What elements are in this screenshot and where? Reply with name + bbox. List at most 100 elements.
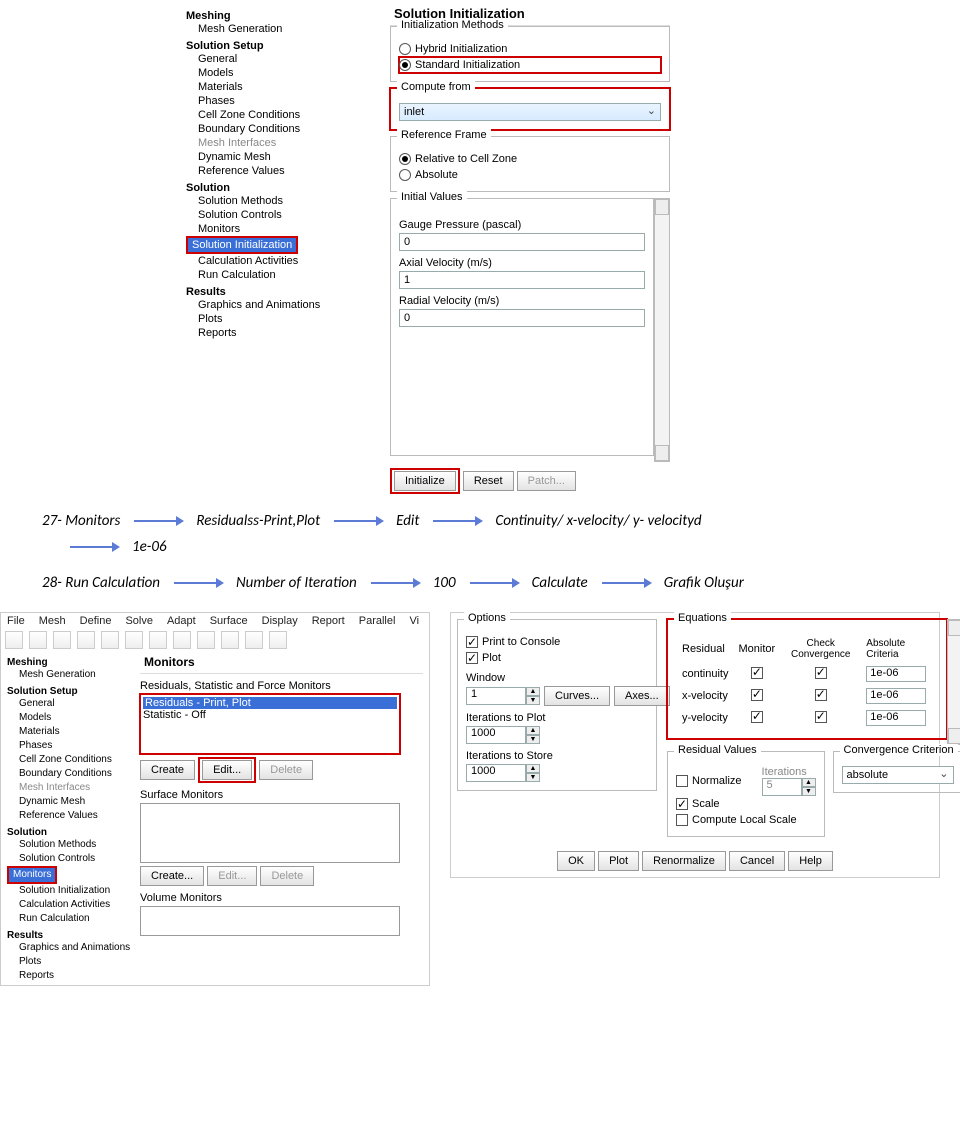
check-print[interactable]: Print to Console (466, 634, 648, 650)
axes-button[interactable]: Axes... (614, 686, 670, 706)
tree-item-solution-initialization[interactable]: Solution Initialization (186, 236, 298, 254)
tree-item[interactable]: General (186, 52, 378, 66)
scrollbar[interactable] (654, 198, 670, 462)
tree-item[interactable]: Phases (7, 739, 134, 753)
check-plot[interactable]: Plot (466, 650, 648, 666)
tree-item[interactable]: Mesh Generation (186, 22, 378, 36)
tree-item-monitors[interactable]: Monitors (7, 866, 57, 884)
tree-item[interactable]: Mesh Interfaces (186, 136, 378, 150)
check-normalize[interactable]: Normalize (676, 773, 742, 789)
compute-from-combo[interactable]: inlet (399, 103, 661, 121)
tree-item[interactable]: Solution Methods (186, 194, 378, 208)
spin-down-icon[interactable]: ▼ (526, 735, 540, 744)
create-button[interactable]: Create... (140, 866, 204, 886)
tree-item[interactable]: Solution Initialization (7, 884, 134, 898)
tree-item[interactable]: Plots (186, 312, 378, 326)
tree-item[interactable]: Models (7, 711, 134, 725)
tree-item[interactable]: Mesh Interfaces (7, 781, 134, 795)
menu-vi[interactable]: Vi (409, 615, 419, 627)
radial-velocity-input[interactable]: 0 (399, 309, 645, 327)
tree-item[interactable]: Calculation Activities (186, 254, 378, 268)
edit-button[interactable]: Edit... (207, 866, 257, 886)
create-button[interactable]: Create (140, 760, 195, 780)
spin-down-icon[interactable]: ▼ (526, 773, 540, 782)
tree-item[interactable]: Solution Controls (186, 208, 378, 222)
menu-adapt[interactable]: Adapt (167, 615, 196, 627)
volume-listbox[interactable] (140, 906, 400, 936)
spin-up-icon[interactable]: ▲ (526, 764, 540, 773)
tree-item[interactable]: Dynamic Mesh (186, 150, 378, 164)
tree-item[interactable]: Reports (186, 326, 378, 340)
tool-icon[interactable] (245, 631, 263, 649)
menu-mesh[interactable]: Mesh (39, 615, 66, 627)
gauge-pressure-input[interactable]: 0 (399, 233, 645, 251)
iter-store-spinner[interactable]: 1000▲▼ (466, 764, 648, 782)
delete-button[interactable]: Delete (260, 866, 314, 886)
tree-item[interactable]: Plots (7, 955, 134, 969)
surface-listbox[interactable] (140, 803, 400, 863)
menu-display[interactable]: Display (262, 615, 298, 627)
tree-item[interactable]: Materials (186, 80, 378, 94)
list-item[interactable]: Statistic - Off (143, 709, 397, 721)
radio-relative[interactable]: Relative to Cell Zone (399, 151, 661, 167)
scrollbar[interactable] (947, 619, 960, 745)
tree-item[interactable]: Reports (7, 969, 134, 983)
tree-item[interactable]: Run Calculation (186, 268, 378, 282)
checkbox-icon[interactable] (751, 711, 763, 723)
tree-item[interactable]: Solution Controls (7, 852, 134, 866)
tree-item[interactable]: Cell Zone Conditions (7, 753, 134, 767)
tool-icon[interactable] (101, 631, 119, 649)
edit-button[interactable]: Edit... (202, 760, 252, 780)
spin-up-icon[interactable]: ▲ (526, 726, 540, 735)
tree-item[interactable]: Reference Values (186, 164, 378, 178)
tree-item[interactable]: Boundary Conditions (186, 122, 378, 136)
radio-standard[interactable]: Standard Initialization (399, 57, 661, 73)
checkbox-icon[interactable] (751, 667, 763, 679)
menu-file[interactable]: File (7, 615, 25, 627)
tree-item[interactable]: Run Calculation (7, 912, 134, 926)
tool-icon[interactable] (77, 631, 95, 649)
tree-item[interactable]: Graphics and Animations (186, 298, 378, 312)
menu-surface[interactable]: Surface (210, 615, 248, 627)
menu-solve[interactable]: Solve (125, 615, 153, 627)
tree-item[interactable]: General (7, 697, 134, 711)
tree-item[interactable]: Graphics and Animations (7, 941, 134, 955)
radio-absolute[interactable]: Absolute (399, 167, 661, 183)
tree-item[interactable]: Materials (7, 725, 134, 739)
list-item[interactable]: Residuals - Print, Plot (143, 697, 397, 709)
tree-item[interactable]: Dynamic Mesh (7, 795, 134, 809)
curves-button[interactable]: Curves... (544, 686, 610, 706)
tree-item[interactable]: Calculation Activities (7, 898, 134, 912)
tool-icon[interactable] (5, 631, 23, 649)
tree-item[interactable]: Models (186, 66, 378, 80)
iterations-spinner[interactable]: 5▲▼ (762, 778, 816, 796)
tool-icon[interactable] (269, 631, 287, 649)
tool-icon[interactable] (173, 631, 191, 649)
abs-criteria-input[interactable]: 1e-06 (866, 666, 926, 682)
spin-down-icon[interactable]: ▼ (526, 696, 540, 705)
tree-item[interactable]: Monitors (186, 222, 378, 236)
menu-define[interactable]: Define (80, 615, 112, 627)
plot-button[interactable]: Plot (598, 851, 639, 871)
checkbox-icon[interactable] (815, 711, 827, 723)
tree-item[interactable]: Solution Methods (7, 838, 134, 852)
spin-up-icon[interactable]: ▲ (802, 778, 816, 787)
spin-up-icon[interactable]: ▲ (526, 687, 540, 696)
initialize-button[interactable]: Initialize (394, 471, 456, 491)
tool-icon[interactable] (149, 631, 167, 649)
checkbox-icon[interactable] (815, 667, 827, 679)
checkbox-icon[interactable] (751, 689, 763, 701)
tree-item[interactable]: Cell Zone Conditions (186, 108, 378, 122)
tree-item[interactable]: Mesh Generation (7, 668, 134, 682)
patch-button[interactable]: Patch... (517, 471, 576, 491)
menu-parallel[interactable]: Parallel (359, 615, 396, 627)
help-button[interactable]: Help (788, 851, 833, 871)
renormalize-button[interactable]: Renormalize (642, 851, 726, 871)
tree-item[interactable]: Reference Values (7, 809, 134, 823)
reset-button[interactable]: Reset (463, 471, 514, 491)
residuals-listbox[interactable]: Residuals - Print, Plot Statistic - Off (140, 694, 400, 754)
tree-item[interactable]: Boundary Conditions (7, 767, 134, 781)
tool-icon[interactable] (53, 631, 71, 649)
tool-icon[interactable] (221, 631, 239, 649)
convergence-combo[interactable]: absolute (842, 766, 954, 784)
